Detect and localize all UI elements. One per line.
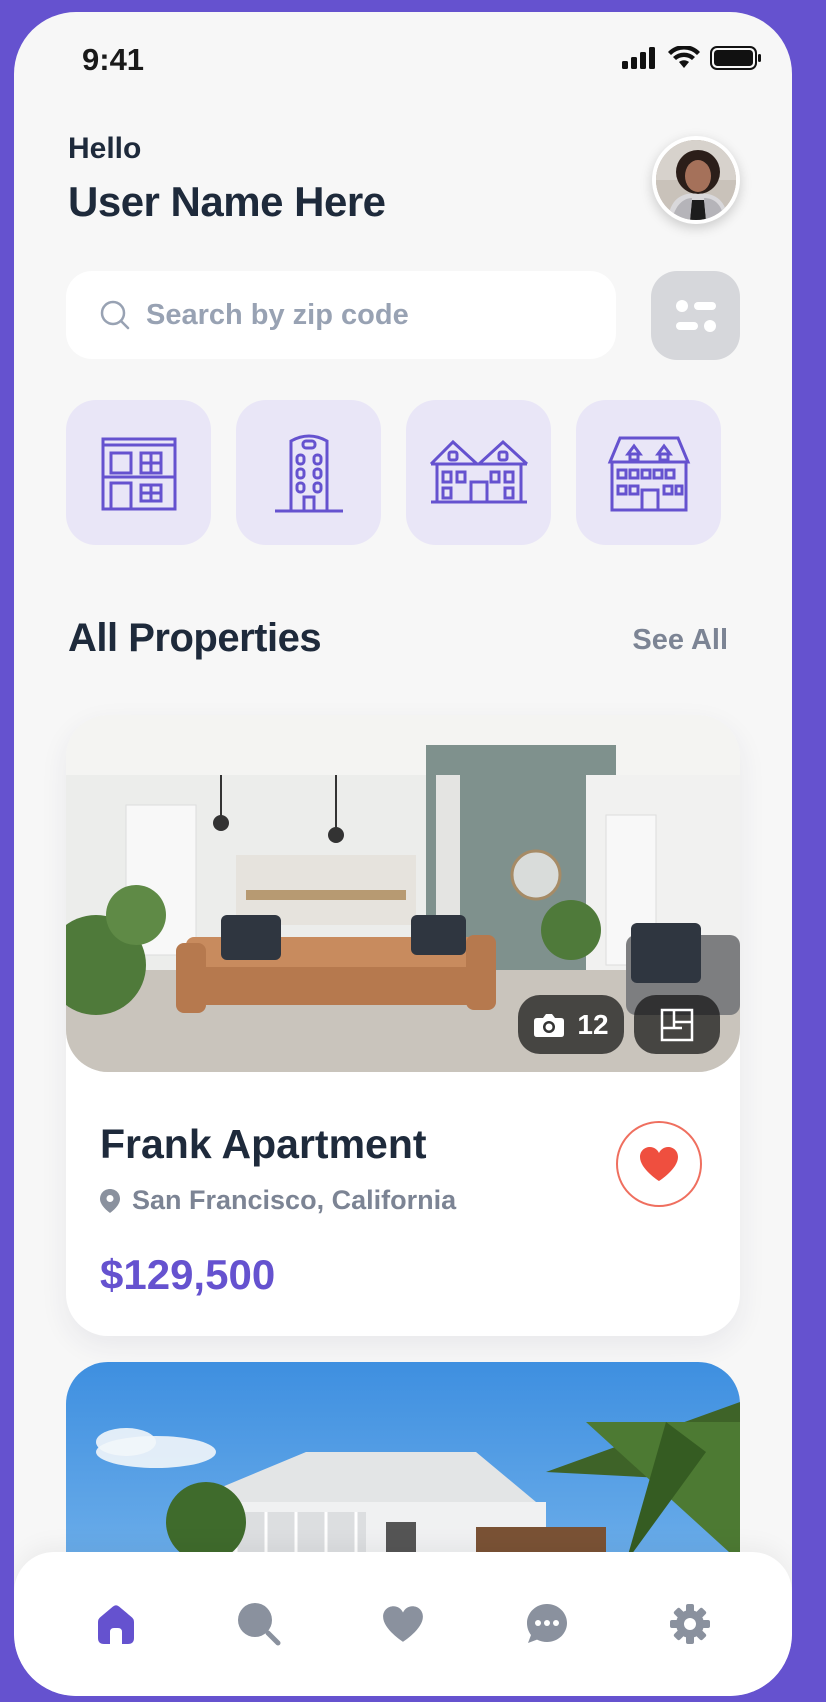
home-icon [97, 1605, 134, 1644]
chat-icon [526, 1604, 567, 1643]
see-all-link[interactable]: See All [632, 624, 728, 657]
user-name: User Name Here [68, 178, 386, 225]
phone-screen: 9:41 Hello User Name Here Search by zip … [14, 12, 792, 1696]
property-price: $129,500 [100, 1251, 276, 1298]
house-icon [607, 436, 690, 511]
settings-icon [670, 1604, 711, 1644]
photo-count-badge[interactable]: 12 [518, 995, 624, 1054]
location-pin-icon [100, 1188, 120, 1213]
photo-count: 12 [577, 1008, 609, 1040]
filter-button[interactable] [651, 271, 740, 360]
hello-text: Hello [68, 132, 142, 165]
heart-icon [640, 1147, 678, 1181]
tab-settings[interactable] [655, 1589, 725, 1659]
property-photo[interactable]: 12 [66, 715, 740, 1072]
tower-building-icon [274, 434, 343, 512]
search-input[interactable]: Search by zip code [66, 271, 616, 359]
category-house[interactable] [576, 400, 721, 545]
battery-icon [710, 46, 761, 70]
search-placeholder: Search by zip code [146, 298, 409, 331]
townhouse-icon [429, 439, 528, 503]
status-time: 9:41 [82, 42, 145, 77]
apartment-building-icon [101, 437, 176, 510]
tab-home[interactable] [81, 1589, 151, 1659]
floor-plan-button[interactable] [634, 995, 720, 1054]
search-icon [238, 1603, 281, 1646]
location-text: San Francisco, California [132, 1185, 457, 1215]
tab-messages[interactable] [512, 1589, 582, 1659]
avatar-image [656, 140, 736, 220]
status-icons [622, 46, 762, 70]
tab-bar [14, 1552, 792, 1696]
tab-favorites[interactable] [368, 1589, 438, 1659]
camera-icon [534, 1013, 565, 1037]
heart-icon [383, 1606, 423, 1642]
avatar[interactable] [652, 136, 740, 224]
category-tower[interactable] [236, 400, 381, 545]
floor-plan-icon [660, 1008, 694, 1041]
signal-icon [622, 47, 655, 69]
favorite-button[interactable] [616, 1121, 702, 1207]
category-townhouse[interactable] [406, 400, 551, 545]
property-card[interactable]: 12 Frank Apartment San Francisco, Califo… [66, 715, 740, 1336]
greeting: Hello User Name Here [68, 132, 386, 226]
tab-search[interactable] [224, 1589, 294, 1659]
category-apartment[interactable] [66, 400, 211, 545]
filter-icon [675, 299, 716, 332]
wifi-icon [668, 46, 700, 68]
category-list [66, 400, 721, 545]
status-bar: 9:41 [14, 12, 792, 102]
property-location: San Francisco, California [100, 1185, 456, 1216]
property-name: Frank Apartment [100, 1121, 427, 1167]
search-icon [100, 300, 130, 330]
section-title: All Properties [68, 616, 322, 660]
